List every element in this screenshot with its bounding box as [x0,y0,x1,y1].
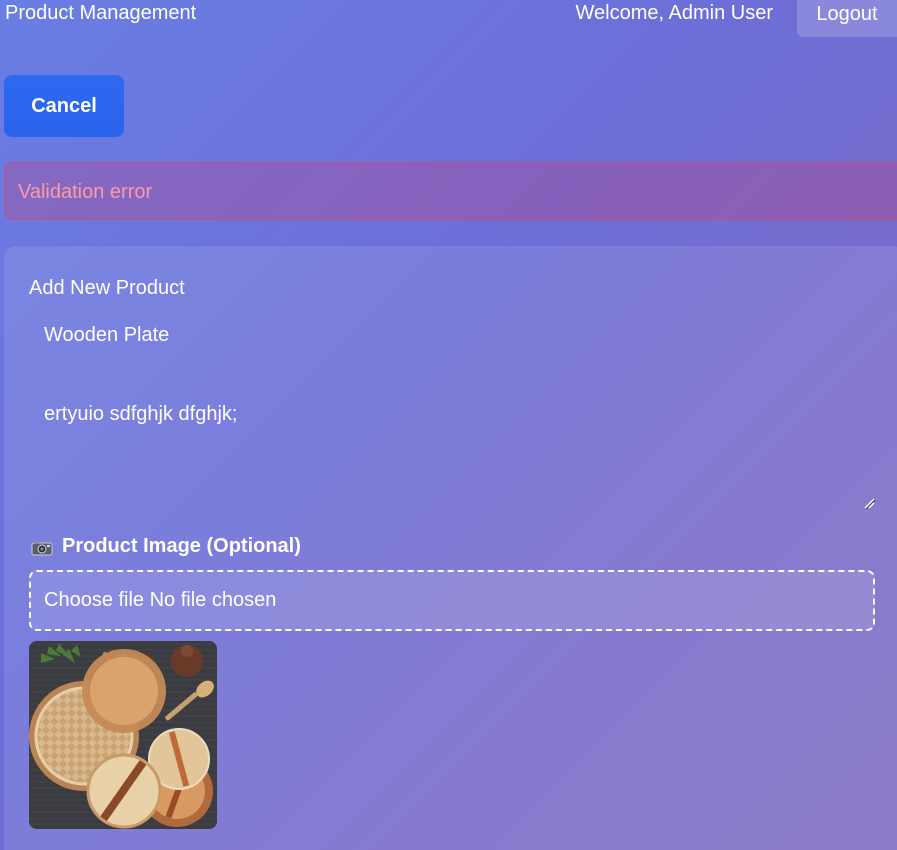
app-title: Product Management [5,2,197,24]
product-image-label: Product Image (Optional) [31,534,301,558]
product-description-textarea[interactable]: ertyuio sdfghjk dfghjk; [29,396,875,508]
welcome-text: Welcome, Admin User [575,2,773,24]
product-image-file-input[interactable]: Choose file No file chosen [29,570,875,631]
form-title: Add New Product [29,277,185,299]
product-name-input[interactable] [29,318,875,352]
cancel-button[interactable]: Cancel [4,75,124,137]
validation-error-alert: Validation error [4,162,897,220]
add-product-card: Add New Product ertyuio sdfghjk dfghjk; … [4,246,897,850]
camera-icon [31,541,53,556]
product-image-preview [29,641,217,829]
top-bar: Product Management Welcome, Admin User L… [0,0,897,40]
error-message: Validation error [18,181,153,203]
wooden-plates-image [29,641,217,829]
logout-button[interactable]: Logout [797,0,897,37]
resize-handle-icon[interactable] [862,496,876,510]
product-image-label-text: Product Image (Optional) [62,535,301,557]
